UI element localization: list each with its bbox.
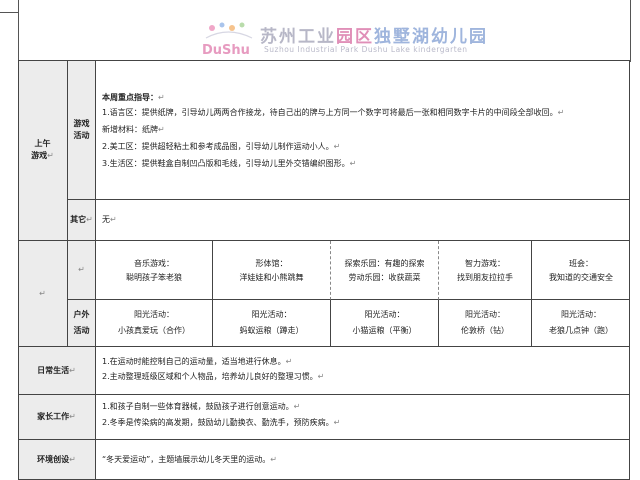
group-game-title: 智力游戏： [465,259,505,268]
margin-guide [18,0,19,62]
outdoor-name: 蚂蚁运粮（蹲走） [239,326,304,335]
content-line: 2.美工区：提供超轻粘土和参考成品图，引导幼儿制作运动小人。↵ [102,142,341,151]
sub-label-line: 游戏 [73,118,90,128]
group-game-cell: 音乐游戏： 聪明孩子笨老狼 [96,241,213,300]
weekly-plan-table: 上午 游戏↵ 游戏 活动 本周重点指导：↵ 1.语言区：提供纸牌，引导幼儿两两合… [18,60,630,480]
content-line: 2.冬季是传染病的高发期，鼓励幼儿勤换衣、勤洗手，预防疾病。↵ [102,418,341,427]
daily-life-content: 1.在运动时能控制自己的运动量，适当地进行休息。↵ 2.主动整理班级区域和个人物… [96,347,630,395]
outdoor-activity-cell: 阳光活动： 小孩真爱玩（合作） [96,300,213,347]
row-label-environment: 环境创设 ↵ [18,440,96,480]
group-game-name: 洋娃娃和小熊跳舞 [239,273,304,282]
content-line: 2.主动整理班级区域和个人物品，培养幼儿良好的整理习惯。↵ [102,372,325,381]
row-label-line: 游戏↵ [31,151,54,160]
row-label-daily-life: 日常生活 ↵ [18,347,96,395]
row-label-activities: ↵ [18,241,68,347]
margin-guide [0,12,18,13]
group-game-title: 音乐游戏： [134,259,174,268]
content-line: 3.生活区：提供鞋盒自制凹凸版和毛线，引导幼儿里外交错编织图形。↵ [102,159,357,168]
other-content: 无 ↵ [96,200,630,241]
group-game-cell: 班会： 我知道的交通安全 [532,241,630,300]
outdoor-name: 小孩真爱玩（合作） [118,326,190,335]
sub-label-group: ↵ [68,241,96,300]
group-game-name: 劳动乐园：收获蔬菜 [348,273,421,282]
parents-content: 1.和孩子自制一些体育器械，鼓励孩子进行创意运动。↵ 2.冬季是传染病的高发期，… [96,395,630,440]
kindergarten-logo-icon: DuShu [202,22,253,58]
group-game-cell: 形体馆： 洋娃娃和小熊跳舞 [213,241,331,300]
outdoor-title: 阳光活动： [465,310,505,319]
game-activity-content: 本周重点指导：↵ 1.语言区：提供纸牌，引导幼儿两两合作接龙，待自己出的牌与上方… [96,60,630,200]
outdoor-activity-cell: 阳光活动： 蚂蚁运粮（蹲走） [213,300,331,347]
outdoor-title: 阳光活动： [364,310,405,319]
group-game-name: 找到朋友拉拉手 [457,273,513,282]
group-game-title: 班会： [569,259,593,268]
row-label-morning: 上午 游戏↵ [18,60,68,241]
school-name-part: 园区 [336,27,374,47]
group-game-cell: 探索乐园：有趣的探索 劳动乐园：收获蔬菜 [331,241,439,300]
sub-label-other: 其它 ↵ [68,200,96,241]
sub-label-line: 活动 [73,326,90,335]
content-line: 1.和孩子自制一些体育器械，鼓励孩子进行创意运动。↵ [102,402,301,411]
sub-label-game-activity: 游戏 活动 [68,60,96,200]
content-line: 1.语言区：提供纸牌，引导幼儿两两合作接龙，待自己出的牌与上方同一个数字可将最后… [102,108,565,117]
outdoor-activity-cell: 阳光活动： 老狼几点钟（跑） [532,300,630,347]
sub-label-outdoor: 户外 活动 [68,300,96,347]
outdoor-name: 小猫运粮（平衡） [352,326,417,335]
group-game-cell: 智力游戏： 找到朋友拉拉手 [439,241,532,300]
outdoor-activity-cell: 阳光活动： 小猫运粮（平衡） [331,300,439,347]
group-game-title: 探索乐园：有趣的探索 [344,259,425,268]
group-game-title: 形体馆： [255,259,288,268]
school-name-cn: 苏州工业园区独墅湖幼儿园 [260,22,488,47]
sub-label-line: 活动 [73,130,90,140]
sub-label-line: 户外 [73,310,90,319]
outdoor-name: 老狼几点钟（跑） [549,326,613,335]
outdoor-activity-cell: 阳光活动： 伦敦桥（钻） [439,300,532,347]
content-line: 1.在运动时能控制自己的运动量，适当地进行休息。↵ [102,357,293,366]
row-label-parents: 家长工作 ↵ [18,395,96,440]
group-game-name: 聪明孩子笨老狼 [126,273,182,282]
margin-guide [630,0,631,62]
environment-content: “冬天爱运动”，主题墙展示幼儿冬天里的运动。 ↵ [96,440,630,480]
school-name-part: 独墅湖幼儿园 [374,27,488,47]
logo-text: DuShu [202,43,250,58]
focus-title: 本周重点指导：↵ [102,93,165,102]
school-logo: DuShu 苏州工业园区独墅湖幼儿园 Suzhou Industrial Par… [198,18,498,64]
group-game-name: 我知道的交通安全 [549,273,613,282]
outdoor-name: 伦敦桥（钻） [461,326,509,335]
school-name-part: 苏州工业 [260,27,336,47]
outdoor-title: 阳光活动： [561,310,601,319]
content-line: 新增材料：纸牌↵ [102,125,165,134]
outdoor-title: 阳光活动： [134,310,174,319]
school-name-en: Suzhou Industrial Park Dushu Lake kinder… [264,45,468,54]
row-label-line: 上午 [34,139,51,148]
top-margin [0,0,640,12]
outdoor-title: 阳光活动： [251,310,292,319]
